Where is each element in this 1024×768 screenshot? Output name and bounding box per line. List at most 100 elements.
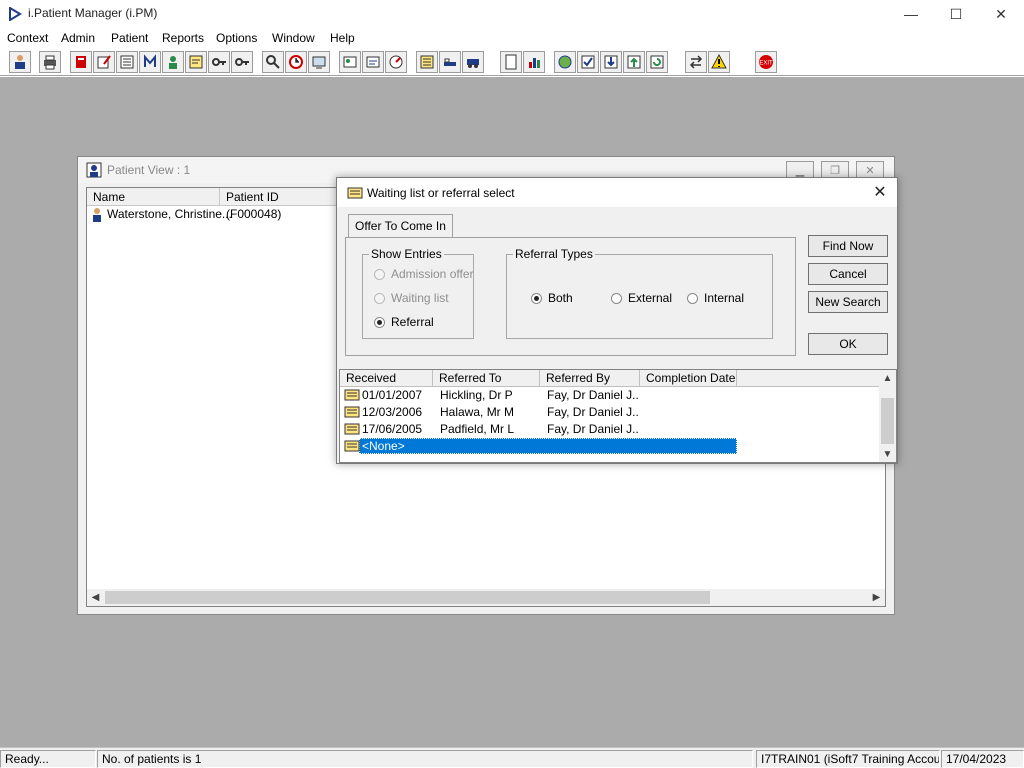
column-header-name[interactable]: Name	[87, 188, 220, 206]
find-now-button[interactable]: Find Now	[808, 235, 888, 257]
new-search-button[interactable]: New Search	[808, 291, 888, 313]
referral-select-dialog: Waiting list or referral select ✕ Offer …	[336, 177, 898, 464]
ok-button[interactable]: OK	[808, 333, 888, 355]
print-icon[interactable]	[39, 51, 61, 73]
scroll-right-icon[interactable]: ▶	[868, 590, 885, 605]
key-icon[interactable]	[231, 51, 253, 73]
compass-icon[interactable]	[385, 51, 407, 73]
referral-types-group: Referral Types Both External Internal	[506, 247, 773, 339]
radio-waiting-list[interactable]: Waiting list	[374, 291, 449, 305]
dialog-close-button[interactable]: ✕	[869, 181, 891, 203]
key-icon[interactable]	[208, 51, 230, 73]
radio-internal[interactable]: Internal	[687, 291, 744, 305]
account-name: I7TRAIN01 (iSoft7 Training Account)	[756, 750, 940, 768]
book-icon[interactable]	[70, 51, 92, 73]
patient-view-icon	[86, 162, 102, 178]
note-icon[interactable]	[185, 51, 207, 73]
globe-icon[interactable]	[554, 51, 576, 73]
received-date: 12/03/2006	[362, 405, 423, 419]
search-icon[interactable]	[262, 51, 284, 73]
patient-icon[interactable]	[9, 51, 31, 73]
column-header-completion-date[interactable]: Completion Date	[640, 370, 737, 387]
patient-icon	[93, 208, 101, 222]
scroll-down-icon[interactable]: ▼	[879, 446, 896, 462]
upload-icon[interactable]	[623, 51, 645, 73]
column-header-patient-id[interactable]: Patient ID	[220, 188, 340, 206]
referred-by: Fay, Dr Daniel J...	[547, 405, 639, 419]
download-icon[interactable]	[600, 51, 622, 73]
radio-admission-offer[interactable]: Admission offer	[374, 267, 473, 281]
transport-icon[interactable]	[462, 51, 484, 73]
scroll-up-icon[interactable]: ▲	[879, 370, 896, 386]
status-date: 17/04/2023	[941, 750, 1024, 768]
referral-icon	[344, 406, 360, 418]
vertical-scrollbar[interactable]: ▲ ▼	[879, 370, 896, 462]
received-date: 01/01/2007	[362, 388, 423, 402]
chart-icon[interactable]	[523, 51, 545, 73]
app-logo-icon	[9, 7, 22, 21]
horizontal-scrollbar[interactable]: ◀ ▶	[87, 589, 885, 606]
menu-admin[interactable]: Admin	[61, 31, 95, 45]
scroll-thumb[interactable]	[105, 591, 710, 604]
radio-external-dot	[611, 292, 622, 304]
referred-by: Fay, Dr Daniel J...	[547, 388, 639, 402]
screen-icon[interactable]	[308, 51, 330, 73]
radio-internal-label: Internal	[704, 291, 745, 305]
window-title: i.Patient Manager (i.PM)	[28, 6, 158, 20]
column-header-filler	[737, 370, 880, 387]
patient-view-title: Patient View : 1	[107, 163, 191, 177]
menu-patient[interactable]: Patient	[111, 31, 148, 45]
list-icon[interactable]	[116, 51, 138, 73]
selection-highlight	[359, 438, 737, 454]
received-date: 17/06/2005	[362, 422, 423, 436]
menu-options[interactable]: Options	[216, 31, 257, 45]
scroll-left-icon[interactable]: ◀	[87, 590, 104, 605]
menu-reports[interactable]: Reports	[162, 31, 204, 45]
dialog-titlebar[interactable]: Waiting list or referral select ✕	[337, 178, 897, 207]
warning-icon[interactable]	[708, 51, 730, 73]
referral-list-header: Received Referred To Referred By Complet…	[340, 370, 880, 387]
transfer-icon[interactable]	[685, 51, 707, 73]
menu-context[interactable]: Context	[7, 31, 48, 45]
dialog-icon	[347, 187, 363, 199]
check-icon[interactable]	[577, 51, 599, 73]
table-row[interactable]: 01/01/2007 Hickling, Dr P Fay, Dr Daniel…	[340, 387, 880, 404]
bed-icon[interactable]	[439, 51, 461, 73]
minimize-button[interactable]: —	[888, 0, 934, 28]
radio-waiting-list-dot	[374, 292, 385, 304]
radio-both[interactable]: Both	[531, 291, 573, 305]
radio-admission-offer-dot	[374, 268, 385, 280]
show-entries-group: Show Entries Admission offer Waiting lis…	[362, 247, 474, 339]
close-button[interactable]: ✕	[978, 0, 1024, 28]
notes-icon[interactable]	[416, 51, 438, 73]
title-bar: i.Patient Manager (i.PM) — ☐ ✕	[0, 0, 1024, 28]
column-header-referred-to[interactable]: Referred To	[433, 370, 540, 387]
scroll-thumb[interactable]	[881, 398, 894, 444]
table-row[interactable]: 12/03/2006 Halawa, Mr M Fay, Dr Daniel J…	[340, 404, 880, 421]
card-icon[interactable]	[339, 51, 361, 73]
column-header-received[interactable]: Received	[340, 370, 433, 387]
menu-window[interactable]: Window	[272, 31, 315, 45]
refresh-icon[interactable]	[646, 51, 668, 73]
patient-name: Waterstone, Christine...	[107, 207, 232, 221]
person-icon[interactable]	[162, 51, 184, 73]
tab-offer-to-come-in[interactable]: Offer To Come In	[348, 214, 453, 238]
radio-external[interactable]: External	[611, 291, 672, 305]
table-row[interactable]: 17/06/2005 Padfield, Mr L Fay, Dr Daniel…	[340, 421, 880, 438]
column-header-referred-by[interactable]: Referred By	[540, 370, 640, 387]
status-text: Ready...	[0, 750, 96, 768]
table-row-selected[interactable]: <None>	[340, 438, 880, 455]
patient-row[interactable]: Waterstone, Christine... (F000048)	[87, 206, 347, 223]
radio-referral[interactable]: Referral	[374, 315, 434, 329]
document-icon[interactable]	[500, 51, 522, 73]
maximize-button[interactable]: ☐	[933, 0, 979, 28]
exit-icon[interactable]: EXIT	[755, 51, 777, 73]
menu-help[interactable]: Help	[330, 31, 355, 45]
patient-id: (F000048)	[226, 207, 282, 221]
cancel-button[interactable]: Cancel	[808, 263, 888, 285]
edit-icon[interactable]	[93, 51, 115, 73]
mail-icon[interactable]	[139, 51, 161, 73]
card-icon[interactable]	[362, 51, 384, 73]
radio-referral-label: Referral	[391, 315, 434, 329]
clock-icon[interactable]	[285, 51, 307, 73]
